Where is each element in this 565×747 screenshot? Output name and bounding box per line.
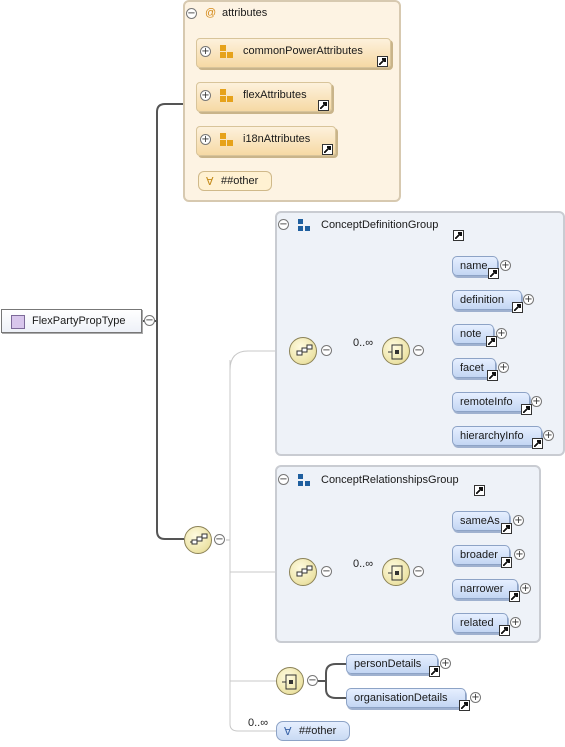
concept-definition-group-panel xyxy=(275,211,565,456)
any-element[interactable]: ∀ ##other xyxy=(276,721,350,741)
expand-toggle[interactable]: + xyxy=(513,515,524,526)
choice-collapse-toggle[interactable]: − xyxy=(307,675,318,686)
any-element-icon: ∀ xyxy=(284,726,292,738)
attributes-title: attributes xyxy=(222,7,268,19)
expand-toggle[interactable]: + xyxy=(498,362,509,373)
group-title: ConceptDefinitionGroup xyxy=(321,219,439,231)
complex-type-icon xyxy=(11,315,25,329)
link-arrow-icon[interactable] xyxy=(429,666,440,677)
expand-toggle[interactable]: + xyxy=(496,328,507,339)
root-collapse-toggle[interactable]: − xyxy=(144,315,155,326)
root-type-box[interactable]: FlexPartyPropType xyxy=(1,309,142,333)
group-collapse-toggle[interactable]: − xyxy=(278,474,289,485)
any-element-label: ##other xyxy=(299,725,337,737)
expand-toggle[interactable]: + xyxy=(200,46,211,57)
sequence-collapse-toggle[interactable]: − xyxy=(214,534,225,545)
choice-collapse-toggle[interactable]: − xyxy=(413,345,424,356)
occurrence-label: 0..∞ xyxy=(353,337,374,349)
link-arrow-icon[interactable] xyxy=(322,144,333,155)
link-arrow-icon[interactable] xyxy=(499,625,510,636)
choice-compositor[interactable] xyxy=(382,558,410,586)
link-arrow-icon[interactable] xyxy=(532,438,543,449)
any-attribute[interactable]: ∀ ##other xyxy=(198,171,272,191)
choice-compositor[interactable] xyxy=(382,337,410,365)
choice-icon xyxy=(388,565,403,581)
attribute-group-icon xyxy=(220,89,233,102)
group-title: ConceptRelationshipsGroup xyxy=(321,474,459,486)
link-arrow-icon[interactable] xyxy=(486,336,497,347)
attribute-group-icon xyxy=(220,133,233,146)
sequence-collapse-toggle[interactable]: − xyxy=(321,345,332,356)
attributes-collapse-toggle[interactable]: − xyxy=(186,8,197,19)
model-group-icon xyxy=(298,219,310,231)
expand-toggle[interactable]: + xyxy=(470,692,481,703)
sequence-compositor[interactable] xyxy=(289,558,317,586)
expand-toggle[interactable]: + xyxy=(510,617,521,628)
choice-icon xyxy=(388,344,403,360)
link-arrow-icon[interactable] xyxy=(453,230,464,241)
sequence-icon xyxy=(190,533,208,545)
link-arrow-icon[interactable] xyxy=(459,700,470,711)
attributes-at-icon: @ xyxy=(205,7,217,19)
link-arrow-icon[interactable] xyxy=(488,268,499,279)
link-arrow-icon[interactable] xyxy=(318,100,329,111)
sequence-compositor[interactable] xyxy=(289,337,317,365)
attribute-group-icon xyxy=(220,45,233,58)
root-type-label: FlexPartyPropType xyxy=(32,315,126,327)
expand-toggle[interactable]: + xyxy=(520,583,531,594)
link-arrow-icon[interactable] xyxy=(512,302,523,313)
link-arrow-icon[interactable] xyxy=(501,557,512,568)
choice-icon xyxy=(282,674,297,690)
attribute-group-label: commonPowerAttributes xyxy=(243,45,363,57)
link-arrow-icon[interactable] xyxy=(487,370,498,381)
sequence-collapse-toggle[interactable]: − xyxy=(321,566,332,577)
link-arrow-icon[interactable] xyxy=(474,485,485,496)
choice-collapse-toggle[interactable]: − xyxy=(413,566,424,577)
sequence-compositor[interactable] xyxy=(184,526,212,554)
model-group-icon xyxy=(298,474,310,486)
expand-toggle[interactable]: + xyxy=(543,430,554,441)
any-attribute-label: ##other xyxy=(221,175,259,187)
sequence-icon xyxy=(296,344,313,356)
element-remoteinfo[interactable]: remoteInfo xyxy=(452,392,530,412)
link-arrow-icon[interactable] xyxy=(509,591,520,602)
expand-toggle[interactable]: + xyxy=(440,658,451,669)
attribute-group-label: flexAttributes xyxy=(243,89,307,101)
sequence-icon xyxy=(296,565,313,577)
occurrence-label: 0..∞ xyxy=(353,558,374,570)
element-organisationdetails[interactable]: organisationDetails xyxy=(346,688,466,708)
expand-toggle[interactable]: + xyxy=(523,294,534,305)
link-arrow-icon[interactable] xyxy=(501,523,512,534)
link-arrow-icon[interactable] xyxy=(377,56,388,67)
occurrence-label: 0..∞ xyxy=(248,717,269,729)
choice-compositor[interactable] xyxy=(276,667,304,695)
group-collapse-toggle[interactable]: − xyxy=(278,219,289,230)
attribute-group-label: i18nAttributes xyxy=(243,133,311,145)
link-arrow-icon[interactable] xyxy=(521,404,532,415)
expand-toggle[interactable]: + xyxy=(514,549,525,560)
element-persondetails[interactable]: personDetails xyxy=(346,654,438,674)
any-attribute-icon: ∀ xyxy=(206,176,214,188)
expand-toggle[interactable]: + xyxy=(500,260,511,271)
expand-toggle[interactable]: + xyxy=(531,396,542,407)
expand-toggle[interactable]: + xyxy=(200,90,211,101)
expand-toggle[interactable]: + xyxy=(200,134,211,145)
element-hierarchyinfo[interactable]: hierarchyInfo xyxy=(452,426,542,446)
